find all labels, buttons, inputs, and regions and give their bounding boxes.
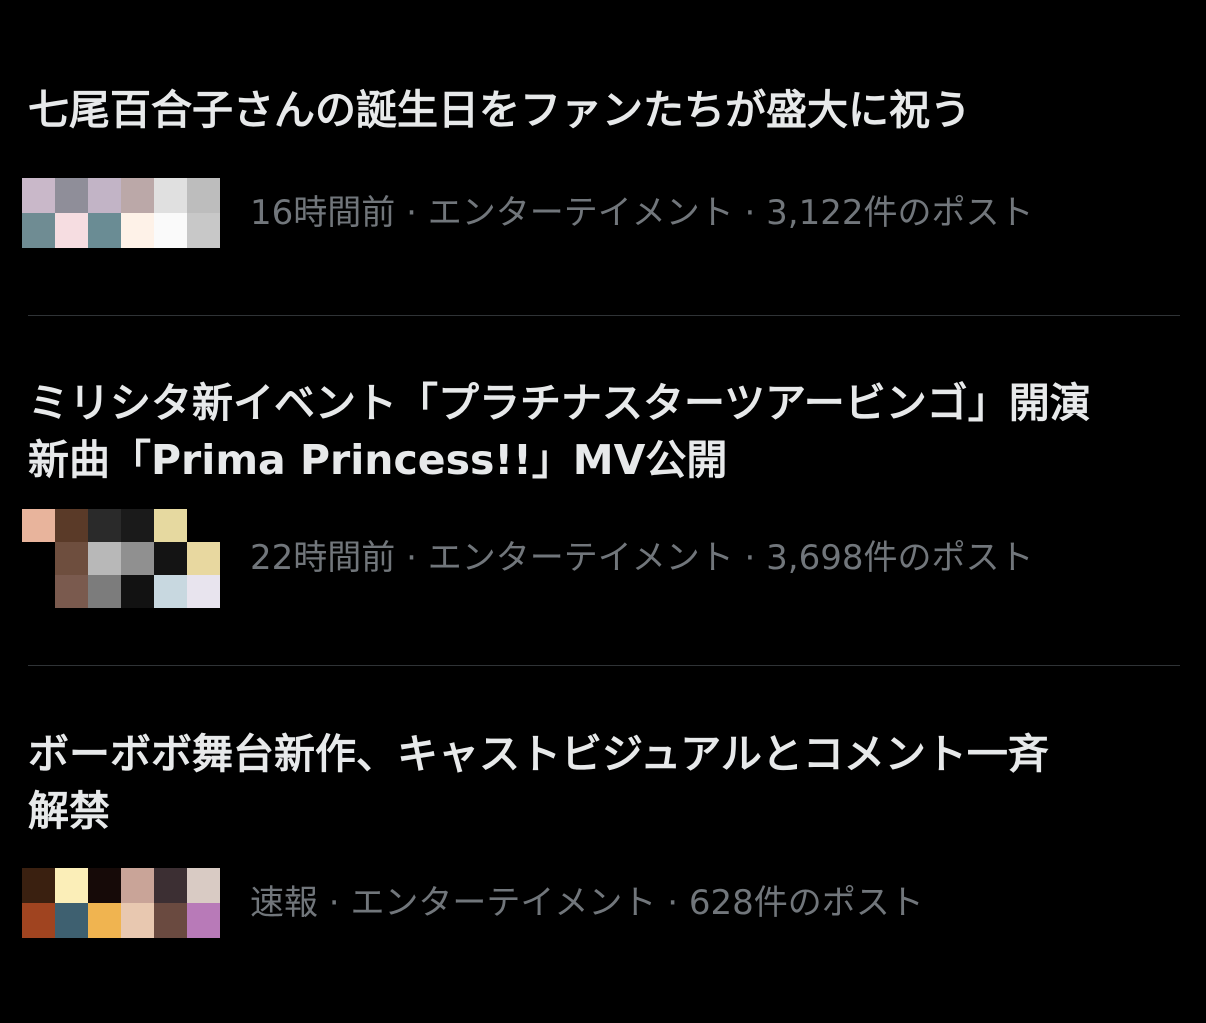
trend-title[interactable]: 七尾百合子さんの誕生日をファンたちが盛大に祝う — [28, 80, 1180, 140]
avatar-tile — [55, 542, 88, 575]
trend-meta: 16時間前 · エンターテイメント · 3,122件のポスト — [22, 178, 1180, 248]
trend-post-count: 3,122件のポスト — [766, 193, 1034, 233]
avatar-tile — [88, 178, 121, 213]
avatar-tile — [22, 509, 55, 542]
avatar-tile — [121, 178, 154, 213]
trend-meta: 速報 · エンターテイメント · 628件のポスト — [22, 868, 1180, 938]
avatar-tile — [187, 542, 220, 575]
avatar-tile — [88, 542, 121, 575]
trend-item[interactable]: ミリシタ新イベント「プラチナスターツアービンゴ」開演 新曲「Prima Prin… — [22, 375, 1180, 608]
meta-separator: · — [733, 538, 767, 578]
avatar-tile — [55, 903, 88, 938]
trend-item[interactable]: 七尾百合子さんの誕生日をファンたちが盛大に祝う 16時間前 · エンターテイメン… — [22, 80, 1180, 248]
trend-category: エンターテイメント — [427, 538, 734, 578]
trend-category: エンターテイメント — [350, 883, 657, 923]
trend-meta-text: 速報 · エンターテイメント · 628件のポスト — [250, 868, 924, 938]
avatar-tile — [154, 542, 187, 575]
trend-post-count: 628件のポスト — [688, 883, 924, 923]
meta-separator: · — [395, 193, 428, 233]
avatar-stack — [22, 178, 220, 248]
avatar-tile — [121, 509, 154, 542]
trend-meta: 22時間前 · エンターテイメント · 3,698件のポスト — [22, 509, 1180, 608]
avatar-tile — [154, 213, 187, 248]
avatar-tile — [121, 542, 154, 575]
avatar-stack — [22, 509, 220, 608]
trend-title[interactable]: ミリシタ新イベント「プラチナスターツアービンゴ」開演 新曲「Prima Prin… — [28, 375, 1180, 489]
avatar-tile — [22, 868, 55, 903]
avatar-tile — [55, 575, 88, 608]
trend-item[interactable]: ボーボボ舞台新作、キャストビジュアルとコメント一斉 解禁 速報 · エンターテイ… — [22, 726, 1180, 938]
meta-separator: · — [656, 883, 689, 923]
avatar-tile — [187, 178, 220, 213]
meta-separator: · — [318, 883, 351, 923]
avatar-tile — [154, 509, 187, 542]
avatar-tile — [22, 178, 55, 213]
avatar-tile — [88, 903, 121, 938]
avatar-tile — [88, 575, 121, 608]
avatar-tile — [88, 509, 121, 542]
avatar-tile — [121, 575, 154, 608]
avatar-tile — [154, 178, 187, 213]
avatar-tile — [154, 575, 187, 608]
avatar-tile — [187, 903, 220, 938]
trend-meta-text: 22時間前 · エンターテイメント · 3,698件のポスト — [250, 523, 1033, 593]
trend-time: 速報 — [250, 883, 318, 923]
trend-post-count: 3,698件のポスト — [766, 538, 1034, 578]
avatar-tile — [121, 903, 154, 938]
avatar-stack — [22, 868, 220, 938]
avatar-tile — [55, 509, 88, 542]
meta-separator: · — [395, 538, 428, 578]
avatar-tile — [55, 213, 88, 248]
avatar-tile — [55, 868, 88, 903]
trend-time: 22時間前 — [250, 538, 396, 578]
avatar-tile — [88, 868, 121, 903]
avatar-tile — [154, 903, 187, 938]
trend-title[interactable]: ボーボボ舞台新作、キャストビジュアルとコメント一斉 解禁 — [28, 726, 1180, 840]
meta-separator: · — [733, 193, 767, 233]
avatar-tile — [154, 868, 187, 903]
avatar-tile — [187, 575, 220, 608]
avatar-tile — [22, 542, 55, 575]
trend-category: エンターテイメント — [427, 193, 734, 233]
avatar-tile — [187, 213, 220, 248]
avatar-tile — [187, 868, 220, 903]
avatar-tile — [22, 213, 55, 248]
avatar-tile — [22, 575, 55, 608]
avatar-tile — [121, 213, 154, 248]
avatar-tile — [55, 178, 88, 213]
trend-meta-text: 16時間前 · エンターテイメント · 3,122件のポスト — [250, 178, 1033, 248]
avatar-tile — [121, 868, 154, 903]
trends-feed: 七尾百合子さんの誕生日をファンたちが盛大に祝う 16時間前 · エンターテイメン… — [0, 0, 1206, 1023]
trend-time: 16時間前 — [250, 193, 396, 233]
avatar-tile — [187, 509, 220, 542]
avatar-tile — [22, 903, 55, 938]
divider — [28, 665, 1180, 666]
avatar-tile — [88, 213, 121, 248]
divider — [28, 315, 1180, 316]
